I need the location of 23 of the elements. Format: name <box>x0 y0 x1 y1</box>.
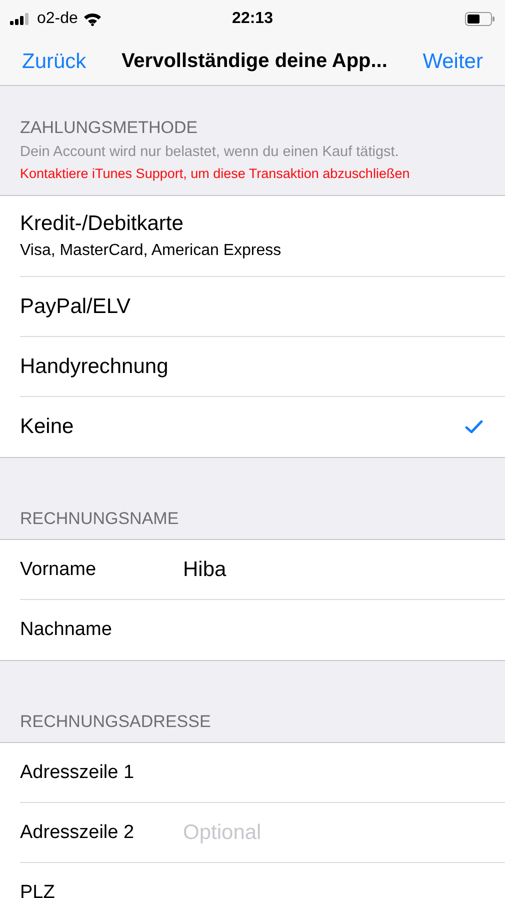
status-time: 22:13 <box>232 10 273 28</box>
wifi-icon <box>82 12 102 26</box>
section-header: ZAHLUNGSMETHODE <box>20 118 199 138</box>
field-label: Nachname <box>20 619 113 641</box>
payment-option[interactable]: Handyrechnung <box>20 337 505 397</box>
field-label: Vorname <box>20 558 98 580</box>
field-label: Adresszeile 1 <box>20 762 136 784</box>
field-label: Adresszeile 2 <box>20 822 136 844</box>
section-note: Dein Account wird nur belastet, wenn du einen Kauf tätigst. <box>20 144 400 160</box>
payment-option[interactable]: Keine <box>20 397 505 457</box>
window-title: Vervollständige deine App... <box>121 50 388 73</box>
section-header: RECHNUNGSNAME <box>20 509 180 529</box>
warning-text: Kontaktiere iTunes Support, um diese Transaktion abzuschließen <box>20 166 411 181</box>
payment-option[interactable]: Kredit-/Debitkarte Visa, MasterCard, American Express <box>20 196 505 277</box>
carrier-name: o2-de <box>37 10 78 28</box>
input-field[interactable]: Hiba <box>183 558 463 582</box>
battery-icon <box>465 12 495 26</box>
input-field[interactable]: Optional <box>183 820 463 844</box>
field-label: PLZ <box>20 882 56 898</box>
back-button[interactable]: Zurück <box>14 50 94 74</box>
payment-option[interactable]: PayPal/ELV <box>20 277 505 337</box>
section-header: RECHNUNGSADRESSE <box>20 712 212 732</box>
next-button[interactable]: Weiter <box>414 50 491 74</box>
